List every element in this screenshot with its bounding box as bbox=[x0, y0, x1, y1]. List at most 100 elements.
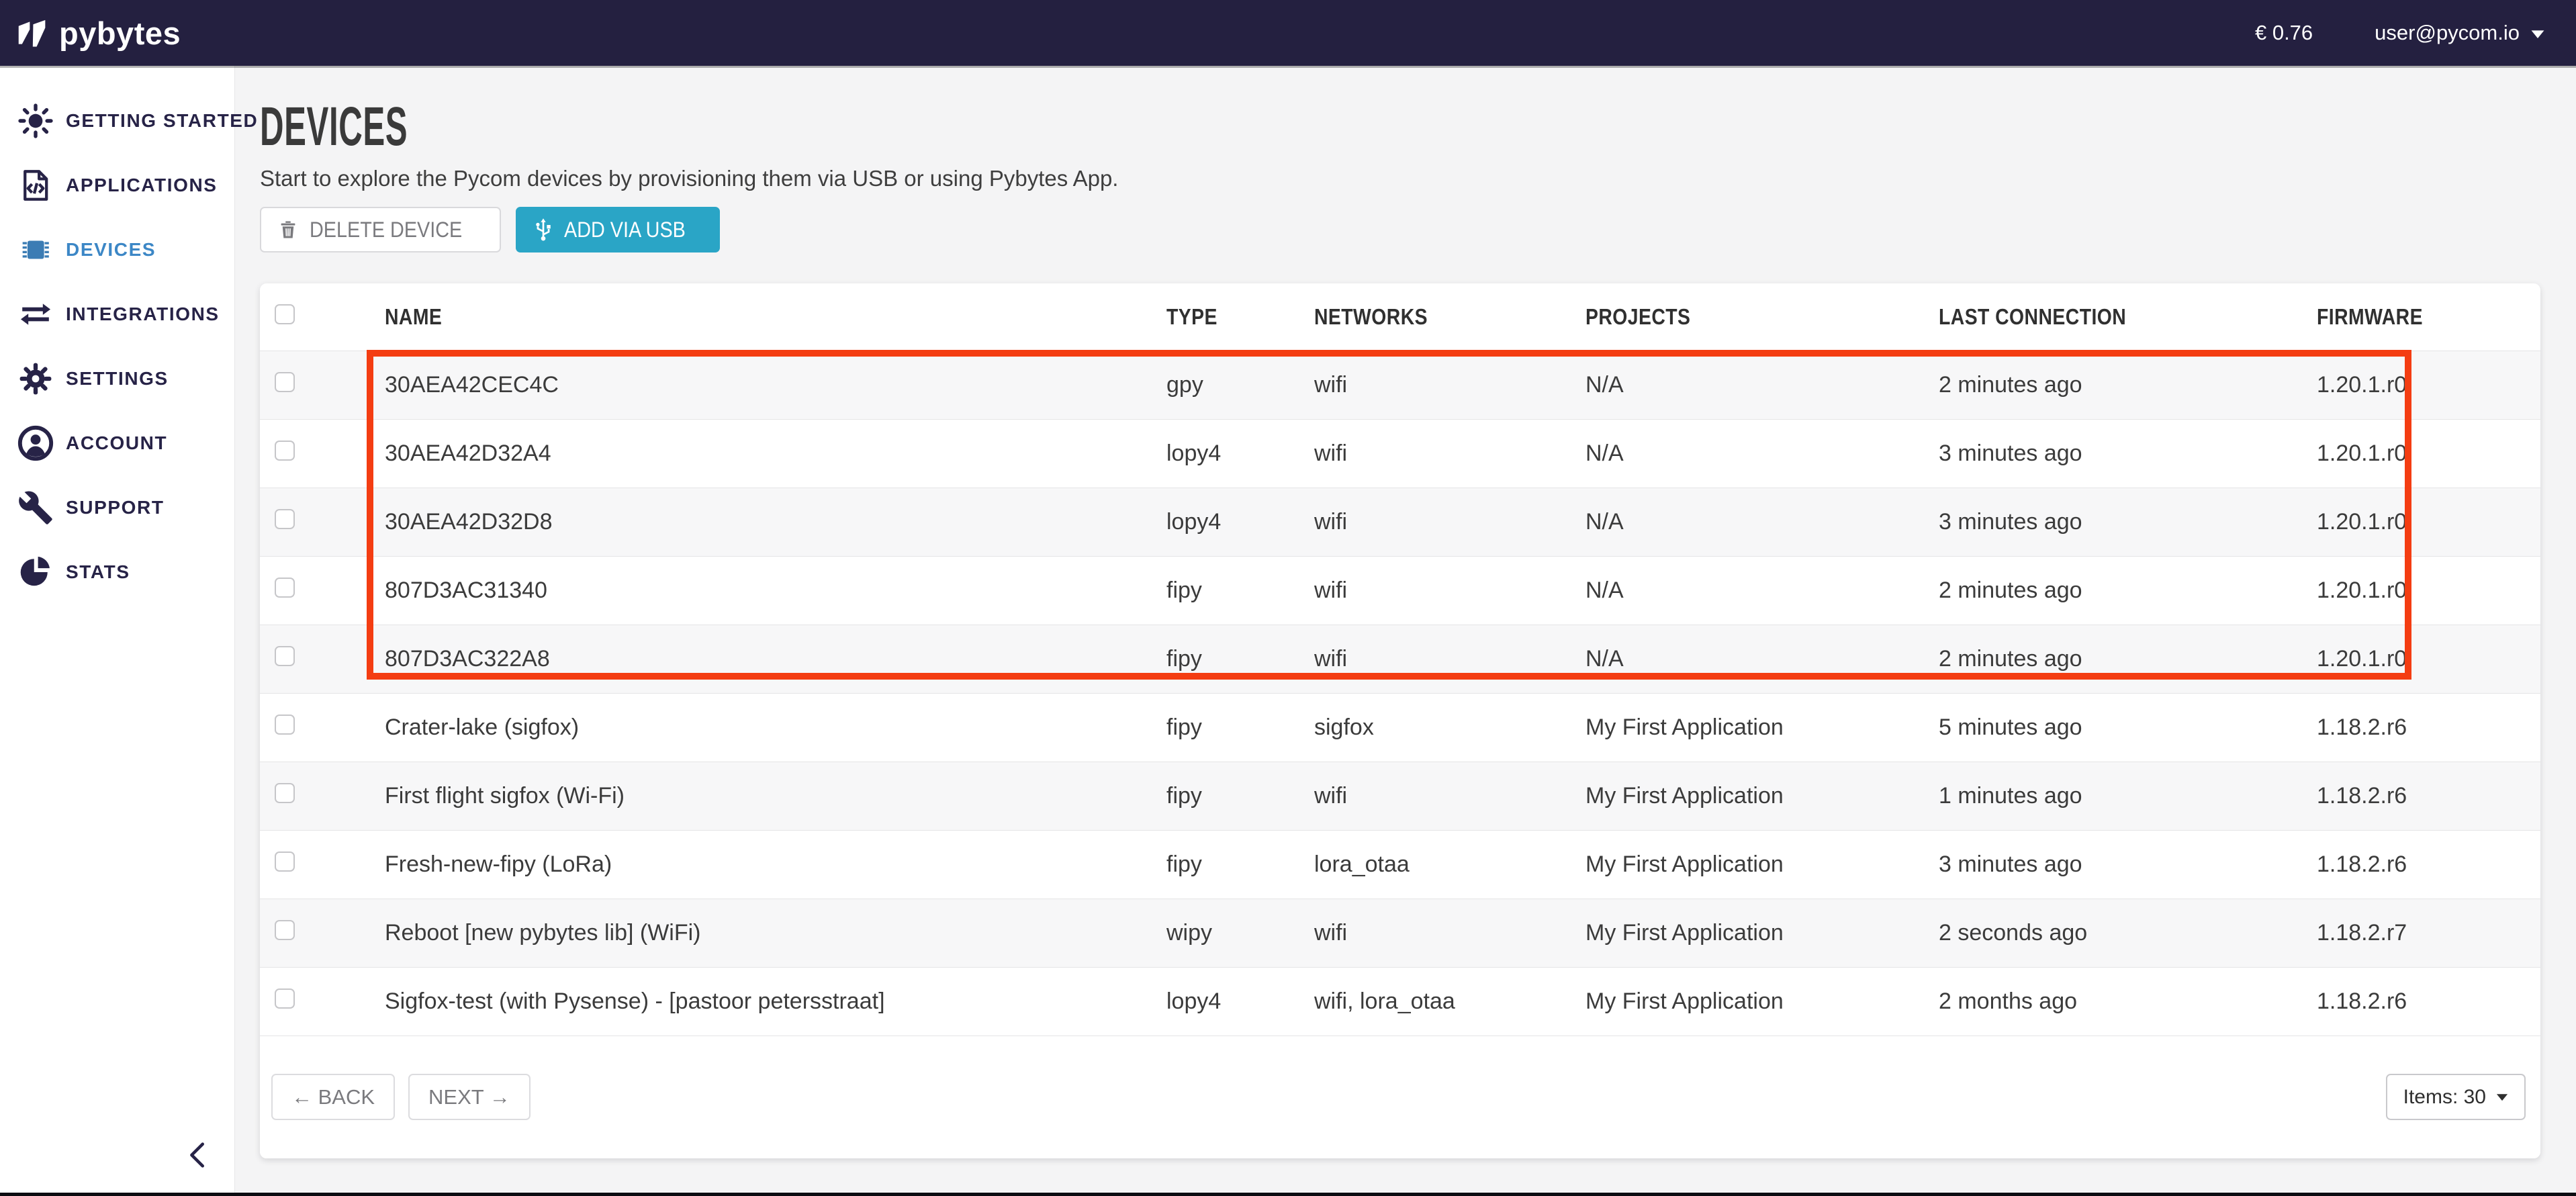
sidebar-item-integrations[interactable]: INTEGRATIONS bbox=[0, 282, 234, 347]
sidebar-item-getting-started[interactable]: GETTING STARTED bbox=[0, 89, 234, 153]
device-type-cell: fipy bbox=[1166, 762, 1314, 830]
column-header-type: TYPE bbox=[1166, 283, 1314, 351]
device-projects-cell: My First Application bbox=[1585, 693, 1939, 762]
sidebar-item-account[interactable]: ACCOUNT bbox=[0, 411, 234, 475]
device-row[interactable]: Reboot [new pybytes lib] (WiFi) wipy wif… bbox=[260, 899, 2540, 967]
user-menu[interactable]: user@pycom.io bbox=[2375, 21, 2545, 45]
sidebar-item-label: SUPPORT bbox=[66, 497, 165, 518]
code-file-icon bbox=[17, 167, 60, 204]
row-checkbox[interactable] bbox=[275, 988, 295, 1009]
device-row[interactable]: 30AEA42CEC4C gpy wifi N/A 2 minutes ago … bbox=[260, 351, 2540, 419]
sidebar-item-label: STATS bbox=[66, 561, 130, 583]
device-projects-cell: N/A bbox=[1585, 556, 1939, 625]
add-via-usb-button[interactable]: ADD VIA USB bbox=[516, 207, 721, 252]
row-checkbox[interactable] bbox=[275, 441, 295, 461]
sidebar-item-devices[interactable]: DEVICES bbox=[0, 218, 234, 282]
device-projects-cell: N/A bbox=[1585, 351, 1939, 419]
device-projects-cell: N/A bbox=[1585, 488, 1939, 556]
row-checkbox[interactable] bbox=[275, 509, 295, 529]
device-name-cell: First flight sigfox (Wi-Fi) bbox=[385, 762, 1166, 830]
user-icon bbox=[17, 424, 60, 462]
device-last-connection-cell: 2 seconds ago bbox=[1939, 899, 2317, 967]
sidebar-item-support[interactable]: SUPPORT bbox=[0, 475, 234, 540]
device-last-connection-cell: 2 minutes ago bbox=[1939, 625, 2317, 693]
device-name-cell: Sigfox-test (with Pysense) - [pastoor pe… bbox=[385, 967, 1166, 1036]
sun-icon bbox=[17, 102, 60, 140]
device-networks-cell: sigfox bbox=[1314, 693, 1585, 762]
device-networks-cell: wifi bbox=[1314, 351, 1585, 419]
device-type-cell: lopy4 bbox=[1166, 419, 1314, 488]
row-checkbox[interactable] bbox=[275, 372, 295, 392]
device-firmware-cell: 1.18.2.r6 bbox=[2317, 762, 2540, 830]
sidebar-item-label: ACCOUNT bbox=[66, 432, 167, 454]
device-type-cell: fipy bbox=[1166, 693, 1314, 762]
device-networks-cell: wifi bbox=[1314, 488, 1585, 556]
chevron-left-icon bbox=[183, 1140, 214, 1170]
row-checkbox[interactable] bbox=[275, 920, 295, 940]
device-row[interactable]: 30AEA42D32A4 lopy4 wifi N/A 3 minutes ag… bbox=[260, 419, 2540, 488]
device-type-cell: lopy4 bbox=[1166, 488, 1314, 556]
devices-table: NAME TYPE NETWORKS PROJECTS LAST CONNECT… bbox=[260, 283, 2540, 1036]
pybytes-logo[interactable]: pybytes bbox=[17, 15, 181, 52]
device-firmware-cell: 1.20.1.r0 bbox=[2317, 625, 2540, 693]
device-row[interactable]: Sigfox-test (with Pysense) - [pastoor pe… bbox=[260, 967, 2540, 1036]
device-row[interactable]: Crater-lake (sigfox) fipy sigfox My Firs… bbox=[260, 693, 2540, 762]
device-type-cell: fipy bbox=[1166, 556, 1314, 625]
row-checkbox[interactable] bbox=[275, 715, 295, 735]
device-type-cell: fipy bbox=[1166, 625, 1314, 693]
items-per-page-label: Items: 30 bbox=[2403, 1086, 2486, 1109]
next-button[interactable]: NEXT → bbox=[408, 1074, 531, 1120]
device-name-cell: 807D3AC322A8 bbox=[385, 625, 1166, 693]
sidebar-item-applications[interactable]: APPLICATIONS bbox=[0, 153, 234, 218]
device-firmware-cell: 1.20.1.r0 bbox=[2317, 351, 2540, 419]
device-networks-cell: wifi, lora_otaa bbox=[1314, 967, 1585, 1036]
back-button[interactable]: ← BACK bbox=[271, 1074, 395, 1120]
items-per-page-dropdown[interactable]: Items: 30 bbox=[2386, 1074, 2526, 1120]
sidebar-item-label: INTEGRATIONS bbox=[66, 304, 220, 325]
device-firmware-cell: 1.18.2.r7 bbox=[2317, 899, 2540, 967]
device-row[interactable]: 807D3AC31340 fipy wifi N/A 2 minutes ago… bbox=[260, 556, 2540, 625]
device-last-connection-cell: 2 minutes ago bbox=[1939, 351, 2317, 419]
select-all-checkbox[interactable] bbox=[275, 304, 295, 324]
sidebar-item-settings[interactable]: SETTINGS bbox=[0, 347, 234, 411]
caret-down-icon bbox=[2496, 1093, 2508, 1101]
device-row[interactable]: 807D3AC322A8 fipy wifi N/A 2 minutes ago… bbox=[260, 625, 2540, 693]
sidebar-item-label: SETTINGS bbox=[66, 368, 169, 389]
bottom-edge bbox=[0, 1193, 2576, 1196]
device-networks-cell: wifi bbox=[1314, 419, 1585, 488]
device-last-connection-cell: 5 minutes ago bbox=[1939, 693, 2317, 762]
sidebar-item-label: DEVICES bbox=[66, 239, 156, 261]
usb-icon bbox=[531, 217, 556, 242]
device-row[interactable]: 30AEA42D32D8 lopy4 wifi N/A 3 minutes ag… bbox=[260, 488, 2540, 556]
device-type-cell: wipy bbox=[1166, 899, 1314, 967]
wrench-icon bbox=[17, 489, 60, 526]
device-row[interactable]: First flight sigfox (Wi-Fi) fipy wifi My… bbox=[260, 762, 2540, 830]
row-checkbox[interactable] bbox=[275, 783, 295, 803]
column-header-networks: NETWORKS bbox=[1314, 283, 1585, 351]
main-content: DEVICES Start to explore the Pycom devic… bbox=[235, 66, 2576, 1193]
sidebar-collapse-button[interactable] bbox=[183, 1140, 214, 1174]
delete-device-button[interactable]: DELETE DEVICE bbox=[260, 207, 501, 252]
device-type-cell: lopy4 bbox=[1166, 967, 1314, 1036]
row-checkbox[interactable] bbox=[275, 646, 295, 666]
device-projects-cell: My First Application bbox=[1585, 830, 1939, 899]
row-checkbox[interactable] bbox=[275, 578, 295, 598]
actions-toolbar: DELETE DEVICE ADD VIA USB bbox=[260, 207, 2576, 252]
app-window: pybytes € 0.76 user@pycom.io bbox=[0, 0, 2576, 1193]
trash-icon bbox=[277, 219, 299, 240]
device-name-cell: 30AEA42D32A4 bbox=[385, 419, 1166, 488]
pie-chart-icon bbox=[17, 553, 60, 591]
device-name-cell: 30AEA42CEC4C bbox=[385, 351, 1166, 419]
topbar: pybytes € 0.76 user@pycom.io bbox=[0, 0, 2576, 66]
device-networks-cell: wifi bbox=[1314, 625, 1585, 693]
page-subtitle: Start to explore the Pycom devices by pr… bbox=[260, 165, 2576, 192]
device-firmware-cell: 1.18.2.r6 bbox=[2317, 967, 2540, 1036]
row-checkbox[interactable] bbox=[275, 852, 295, 872]
device-row[interactable]: Fresh-new-fipy (LoRa) fipy lora_otaa My … bbox=[260, 830, 2540, 899]
device-firmware-cell: 1.20.1.r0 bbox=[2317, 419, 2540, 488]
device-last-connection-cell: 2 months ago bbox=[1939, 967, 2317, 1036]
sidebar-item-stats[interactable]: STATS bbox=[0, 540, 234, 604]
arrows-exchange-icon bbox=[17, 295, 60, 333]
device-projects-cell: N/A bbox=[1585, 419, 1939, 488]
device-last-connection-cell: 2 minutes ago bbox=[1939, 556, 2317, 625]
